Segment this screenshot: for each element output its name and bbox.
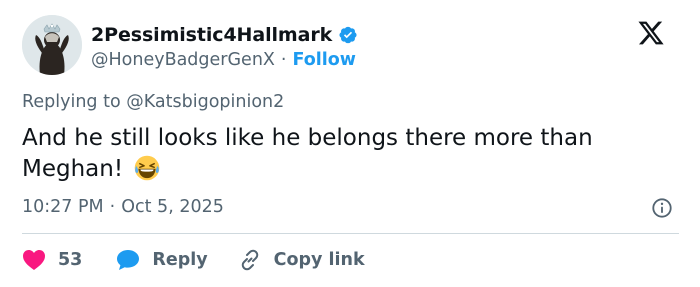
copy-link-label: Copy link [273,250,365,270]
tweet-body: And he still looks like he belongs there… [22,125,593,182]
divider [22,233,679,234]
replying-mention[interactable]: @Katsbigopinion2 [126,92,284,112]
avatar[interactable] [22,15,82,75]
laughing-emoji-icon [134,155,160,181]
handle-row: @HoneyBadgerGenX · Follow [91,48,356,72]
link-icon [241,249,258,271]
info-icon[interactable] [651,197,673,219]
reply-button[interactable]: Reply [116,249,208,271]
replying-to: Replying to @Katsbigopinion2 [22,92,284,112]
like-count: 53 [58,250,83,270]
user-handle[interactable]: @HoneyBadgerGenX [91,50,275,70]
replying-prefix: Replying to [22,92,121,112]
tweet-text: And he still looks like he belongs there… [22,123,682,185]
verified-badge-icon [338,25,358,45]
tweet-time: 10:27 PM [22,197,104,217]
action-bar: 53 Reply Copy link [22,247,365,273]
reply-bubble-icon [117,250,140,270]
copy-link-button[interactable]: Copy link [238,248,365,272]
x-logo-icon[interactable] [636,19,666,47]
separator-dot: · [280,50,287,70]
display-name[interactable]: 2Pessimistic4Hallmark [91,24,332,46]
like-button[interactable]: 53 [22,249,82,271]
follow-button[interactable]: Follow [292,50,355,70]
heart-icon [23,250,45,270]
author-name-row: 2Pessimistic4Hallmark [91,22,358,48]
reply-label: Reply [152,250,208,270]
separator-dot: · [109,197,116,217]
tweet-date: Oct 5, 2025 [121,197,224,217]
tweet-timestamp[interactable]: 10:27 PM · Oct 5, 2025 [22,197,224,217]
